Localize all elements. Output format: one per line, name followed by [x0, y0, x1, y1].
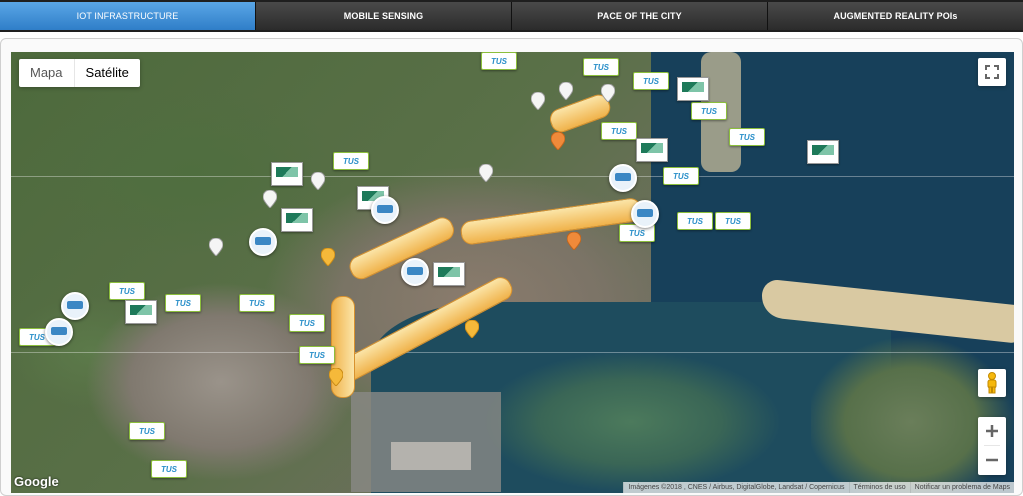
- bus-marker-label: TUS: [343, 156, 359, 166]
- zoom-in-button[interactable]: [978, 417, 1006, 445]
- zoom-in-icon: [986, 425, 998, 437]
- sensor-pin-marker[interactable]: [567, 232, 581, 250]
- bus-marker-label: TUS: [29, 332, 45, 342]
- taxi-marker[interactable]: [609, 164, 637, 192]
- map-dock: [391, 442, 471, 470]
- bus-marker-label: TUS: [161, 464, 177, 474]
- bus-stop-marker[interactable]: TUS: [677, 212, 713, 230]
- sensor-pin-marker[interactable]: [531, 92, 545, 110]
- google-logo[interactable]: Google: [14, 474, 59, 489]
- bus-marker-label: TUS: [739, 132, 755, 142]
- report-problem-link[interactable]: Notificar un problema de Maps: [909, 482, 1014, 493]
- satellite-map[interactable]: TUS TUS TUS TUS TUS TUS TUS TUS TUS TUS …: [11, 52, 1014, 493]
- bus-marker-label: TUS: [643, 76, 659, 86]
- street-view-button[interactable]: [978, 369, 1006, 397]
- zoom-out-button[interactable]: [978, 446, 1006, 474]
- map-type-satellite-button[interactable]: Satélite: [75, 59, 140, 87]
- bus-stop-marker[interactable]: TUS: [165, 294, 201, 312]
- environment-sensor-marker[interactable]: [636, 138, 668, 162]
- map-tile-seam: [11, 176, 1014, 177]
- bus-stop-marker[interactable]: TUS: [601, 122, 637, 140]
- bus-stop-marker[interactable]: TUS: [333, 152, 369, 170]
- sensor-pin-marker[interactable]: [551, 132, 565, 150]
- tab-augmented-reality-pois[interactable]: AUGMENTED REALITY POIs: [768, 2, 1023, 30]
- bus-marker-label: TUS: [593, 62, 609, 72]
- environment-sensor-marker[interactable]: [125, 300, 157, 324]
- bus-marker-label: TUS: [119, 286, 135, 296]
- bus-stop-marker[interactable]: TUS: [129, 422, 165, 440]
- bus-stop-marker[interactable]: TUS: [663, 167, 699, 185]
- sensor-pin-marker[interactable]: [559, 82, 573, 100]
- map-tile-seam: [11, 352, 1014, 353]
- bus-marker-label: TUS: [491, 56, 507, 66]
- bus-stop-marker[interactable]: TUS: [299, 346, 335, 364]
- map-type-map-button[interactable]: Mapa: [19, 59, 75, 87]
- bus-stop-marker[interactable]: TUS: [109, 282, 145, 300]
- fullscreen-icon: [985, 65, 999, 79]
- bus-stop-marker[interactable]: TUS: [583, 58, 619, 76]
- bus-stop-marker[interactable]: TUS: [151, 460, 187, 478]
- bus-stop-marker[interactable]: TUS: [289, 314, 325, 332]
- bus-marker-label: TUS: [249, 298, 265, 308]
- bus-marker-label: TUS: [725, 216, 741, 226]
- bus-marker-label: TUS: [629, 228, 645, 238]
- taxi-marker[interactable]: [61, 292, 89, 320]
- bus-marker-label: TUS: [139, 426, 155, 436]
- environment-sensor-marker[interactable]: [271, 162, 303, 186]
- map-bay-shallows: [481, 352, 781, 493]
- taxi-marker[interactable]: [249, 228, 277, 256]
- map-attribution: Imágenes ©2018 , CNES / Airbus, DigitalG…: [623, 482, 1014, 493]
- pegman-icon: [987, 372, 997, 394]
- tab-iot-infrastructure[interactable]: IOT INFRASTRUCTURE: [0, 2, 256, 30]
- environment-sensor-marker[interactable]: [433, 262, 465, 286]
- taxi-marker[interactable]: [401, 258, 429, 286]
- bus-stop-marker[interactable]: TUS: [691, 102, 727, 120]
- environment-sensor-marker[interactable]: [677, 77, 709, 101]
- environment-sensor-marker[interactable]: [281, 208, 313, 232]
- bus-stop-marker[interactable]: TUS: [715, 212, 751, 230]
- bus-marker-label: TUS: [309, 350, 325, 360]
- bus-stop-marker[interactable]: TUS: [481, 52, 517, 70]
- fullscreen-button[interactable]: [978, 58, 1006, 86]
- sensor-pin-marker[interactable]: [321, 248, 335, 266]
- bus-marker-label: TUS: [687, 216, 703, 226]
- tab-pace-of-the-city[interactable]: PACE OF THE CITY: [512, 2, 768, 30]
- sensor-pin-marker[interactable]: [263, 190, 277, 208]
- sensor-pin-marker[interactable]: [311, 172, 325, 190]
- bus-stop-marker[interactable]: TUS: [633, 72, 669, 90]
- bus-stop-marker[interactable]: TUS: [239, 294, 275, 312]
- taxi-marker[interactable]: [631, 200, 659, 228]
- environment-sensor-marker[interactable]: [807, 140, 839, 164]
- sensor-pin-marker[interactable]: [209, 238, 223, 256]
- sensor-pin-marker[interactable]: [479, 164, 493, 182]
- taxi-marker[interactable]: [371, 196, 399, 224]
- zoom-out-icon: [986, 458, 998, 462]
- sensor-pin-marker[interactable]: [329, 368, 343, 386]
- map-type-control: Mapa Satélite: [19, 59, 140, 87]
- bus-stop-marker[interactable]: TUS: [729, 128, 765, 146]
- zoom-control: [978, 417, 1006, 475]
- bus-marker-label: TUS: [701, 106, 717, 116]
- tab-bar: IOT INFRASTRUCTURE MOBILE SENSING PACE O…: [0, 0, 1023, 32]
- sensor-pin-marker[interactable]: [601, 84, 615, 102]
- bus-marker-label: TUS: [299, 318, 315, 328]
- taxi-marker[interactable]: [45, 318, 73, 346]
- imagery-attribution: Imágenes ©2018 , CNES / Airbus, DigitalG…: [623, 482, 849, 493]
- terms-of-use-link[interactable]: Términos de uso: [848, 482, 910, 493]
- tab-mobile-sensing[interactable]: MOBILE SENSING: [256, 2, 512, 30]
- sensor-pin-marker[interactable]: [465, 320, 479, 338]
- bus-marker-label: TUS: [611, 126, 627, 136]
- bus-marker-label: TUS: [175, 298, 191, 308]
- bus-marker-label: TUS: [673, 171, 689, 181]
